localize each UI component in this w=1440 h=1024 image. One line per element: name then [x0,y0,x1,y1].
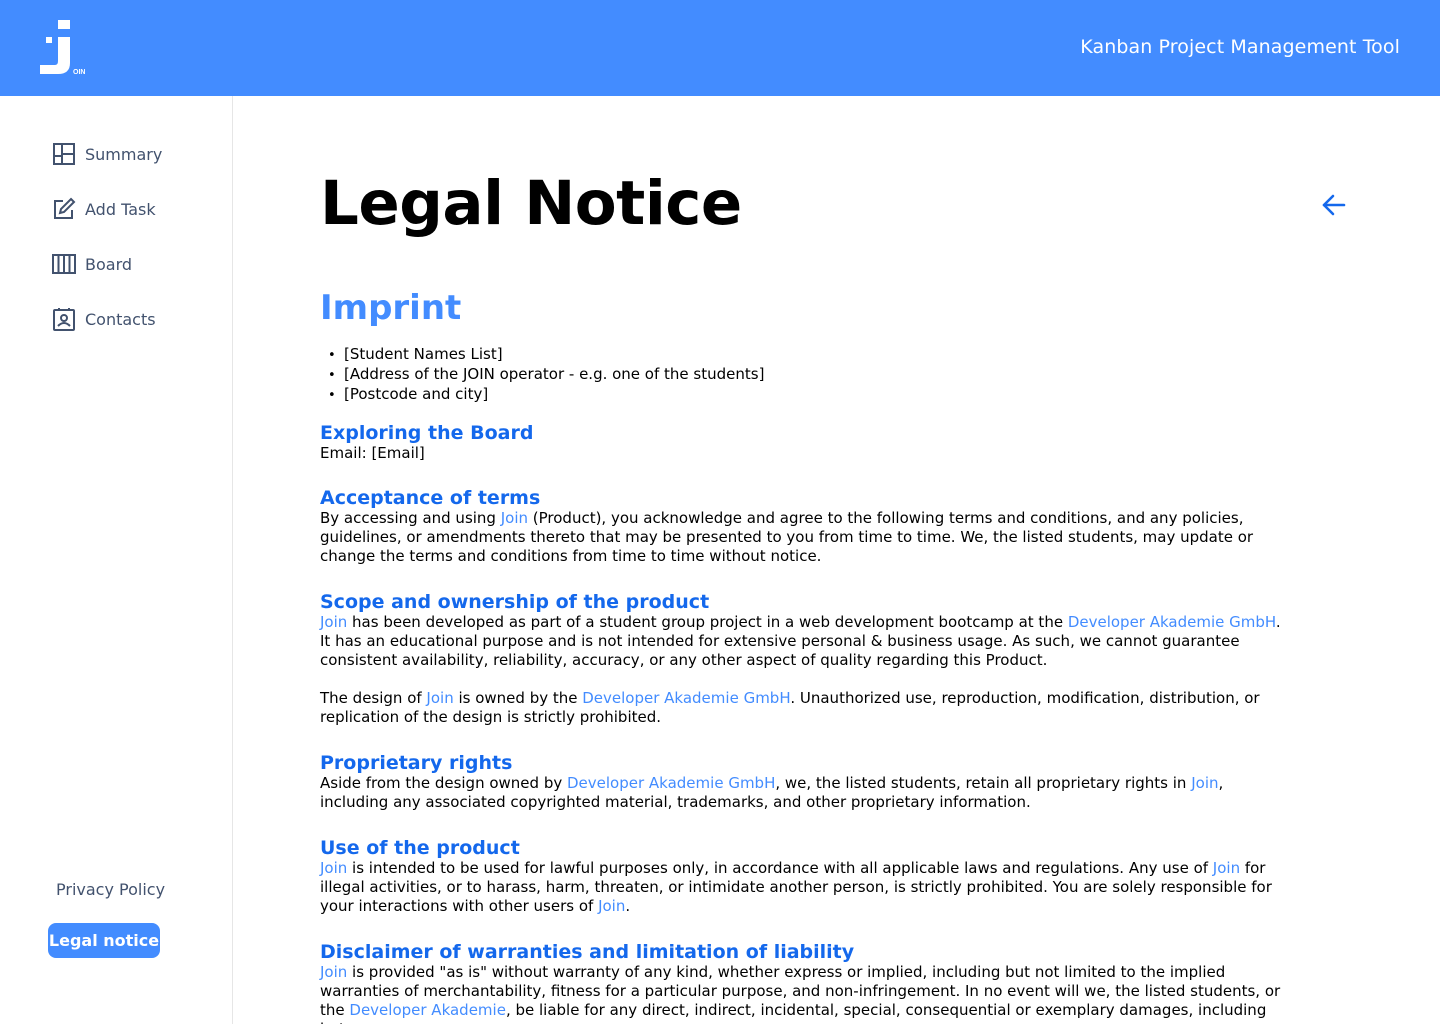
section-acceptance: Acceptance of terms By accessing and usi… [320,487,1290,566]
section-text: Join is provided "as is" without warrant… [320,963,1281,1024]
section-scope: Scope and ownership of the product Join … [320,591,1290,727]
imprint-heading: Imprint [320,288,462,328]
section-use: Use of the product Join is intended to b… [320,837,1290,916]
sidebar-item-label: Contacts [85,309,156,329]
join-link[interactable]: Join [320,859,347,877]
section-heading: Proprietary rights [320,752,513,774]
developer-akademie-link[interactable]: Developer Akademie GmbH [582,689,790,707]
sidebar: Summary Add Task Board Contacts Privacy … [0,96,233,1024]
board-icon [52,254,76,274]
section-text: Aside from the design owned by Developer… [320,774,1224,811]
join-link[interactable]: Join [320,613,347,631]
header-title: Kanban Project Management Tool [1080,36,1400,58]
list-item: [Address of the JOIN operator - e.g. one… [328,365,764,385]
developer-akademie-link[interactable]: Developer Akademie GmbH [567,774,775,792]
sidebar-item-summary[interactable]: Summary [52,142,162,166]
imprint-list: [Student Names List] [Address of the JOI… [328,345,764,405]
join-link[interactable]: Join [598,897,625,915]
section-text: Email: [Email] [320,444,425,462]
sidebar-item-contacts[interactable]: Contacts [52,307,156,331]
join-logo[interactable]: OIN [38,18,90,78]
section-rights: Proprietary rights Aside from the design… [320,752,1290,812]
join-link[interactable]: Join [426,689,453,707]
legal-notice-link[interactable]: Legal notice [48,923,160,958]
developer-akademie-link[interactable]: Developer Akademie GmbH [1068,613,1276,631]
sidebar-item-add-task[interactable]: Add Task [52,197,156,221]
sidebar-item-board[interactable]: Board [52,252,132,276]
section-heading: Disclaimer of warranties and limitation … [320,941,855,963]
join-link[interactable]: Join [1213,859,1240,877]
sidebar-item-label: Board [85,254,133,274]
section-text: Join has been developed as part of a stu… [320,613,1281,669]
join-link[interactable]: Join [1191,774,1218,792]
section-heading: Use of the product [320,837,520,859]
back-arrow-icon[interactable] [1320,191,1348,219]
svg-text:OIN: OIN [73,69,85,76]
top-header: OIN Kanban Project Management Tool [0,0,1440,96]
section-heading: Scope and ownership of the product [320,591,710,613]
section-heading: Exploring the Board [320,422,534,444]
section-text: By accessing and using Join (Product), y… [320,509,1254,565]
section-disclaimer: Disclaimer of warranties and limitation … [320,941,1290,1024]
section-text: Join is intended to be used for lawful p… [320,859,1272,915]
sidebar-item-label: Summary [85,144,163,164]
list-item: [Student Names List] [328,345,764,365]
privacy-policy-link[interactable]: Privacy Policy [56,880,165,899]
section-heading: Acceptance of terms [320,487,541,509]
list-item: [Postcode and city] [328,385,764,405]
page-title: Legal Notice [320,168,742,239]
sidebar-item-label: Add Task [85,199,156,219]
summary-icon [53,143,75,165]
join-link[interactable]: Join [501,509,528,527]
section-text: The design of Join is owned by the Devel… [320,689,1260,726]
join-link[interactable]: Join [320,963,347,981]
contacts-icon [53,308,75,331]
add-task-icon [54,197,76,219]
section-board: Exploring the Board Email: [Email] [320,422,1290,463]
developer-akademie-link[interactable]: Developer Akademie [349,1001,506,1019]
